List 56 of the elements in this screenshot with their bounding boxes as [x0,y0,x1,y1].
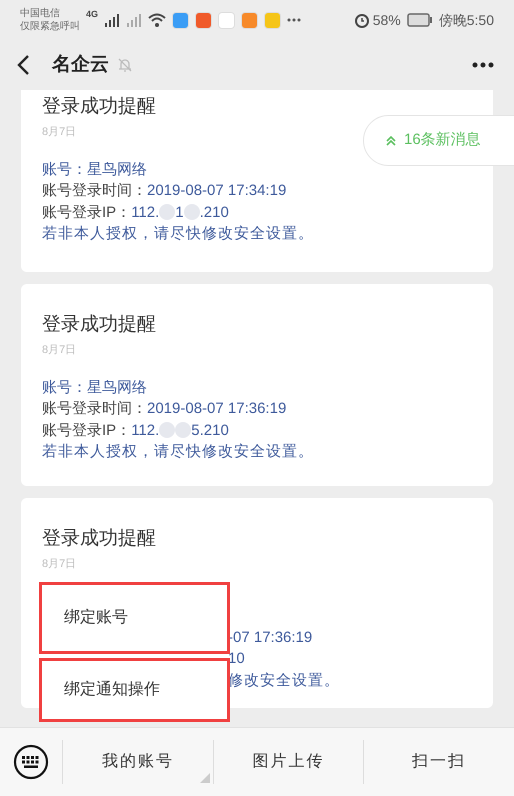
card-title: 登录成功提醒 [42,313,157,337]
blur-mask [175,422,192,438]
ip-fragment: .210 [200,202,229,222]
blur-mask [159,204,176,220]
chat-title: 名企云 [52,52,109,77]
signal-icon [104,13,120,27]
bottom-menu-item[interactable]: 扫一扫 [363,740,514,784]
network-type: 4G [86,8,98,21]
field-label: 账号登录IP： [42,202,132,222]
bottom-menu-item[interactable]: 我的账号 [62,740,213,784]
field-value: 2019-08-07 17:36:19 [147,399,286,419]
app-icon [264,12,282,28]
field-label: 账号： [42,160,87,180]
more-icon [472,62,494,68]
ip-fragment: 1 [175,202,184,222]
carrier-text: 中国电信 [20,7,61,20]
popup-menu-item[interactable]: 绑定账号 [39,582,230,654]
blur-mask [159,422,176,438]
battery-percent: 58% [372,10,401,30]
field-label: 账号登录时间： [42,181,147,201]
wifi-icon [148,13,166,27]
security-notice: 若非本人授权，请尽快修改安全设置。 [42,442,315,462]
account-name: 星鸟网络 [87,160,147,180]
popup-menu-item[interactable]: 绑定通知操作 [39,658,230,722]
card-date: 8月7日 [42,125,76,140]
app-icon [195,12,212,28]
keyboard-icon [13,744,49,780]
field-label: 账号登录IP： [42,420,132,440]
back-icon [16,54,30,76]
alarm-icon [354,12,370,28]
field-value: -07 17:36:19 [228,628,312,648]
card-title: 登录成功提醒 [42,527,157,551]
double-chevron-up-icon [386,136,396,146]
card-title: 登录成功提醒 [42,95,157,119]
field-value: 10 [228,649,245,669]
security-notice: 修改安全设置。 [228,670,341,690]
ip-fragment: 5.210 [191,420,229,440]
carrier-text: 仅限紧急呼叫 [20,20,80,33]
field-label: 账号： [42,378,87,398]
bottom-menu-item[interactable]: 图片上传 [212,740,364,784]
app-icon [172,12,190,28]
clock-text: 傍晚5:50 [438,10,494,30]
app-icon [218,12,236,28]
more-icon [287,18,302,22]
card-date: 8月7日 [42,343,76,358]
app-icon [241,12,258,28]
field-label: 账号登录时间： [42,399,147,419]
ip-fragment: 112. [131,202,160,222]
ip-fragment: 112. [131,420,160,440]
battery-icon [406,13,433,27]
security-notice: 若非本人授权，请尽快修改安全设置。 [42,224,315,244]
account-name: 星鸟网络 [87,378,147,398]
card-date: 8月7日 [42,557,76,572]
no-signal-icon [126,13,142,27]
field-value: 2019-08-07 17:34:19 [147,181,286,201]
blur-mask [184,204,200,220]
